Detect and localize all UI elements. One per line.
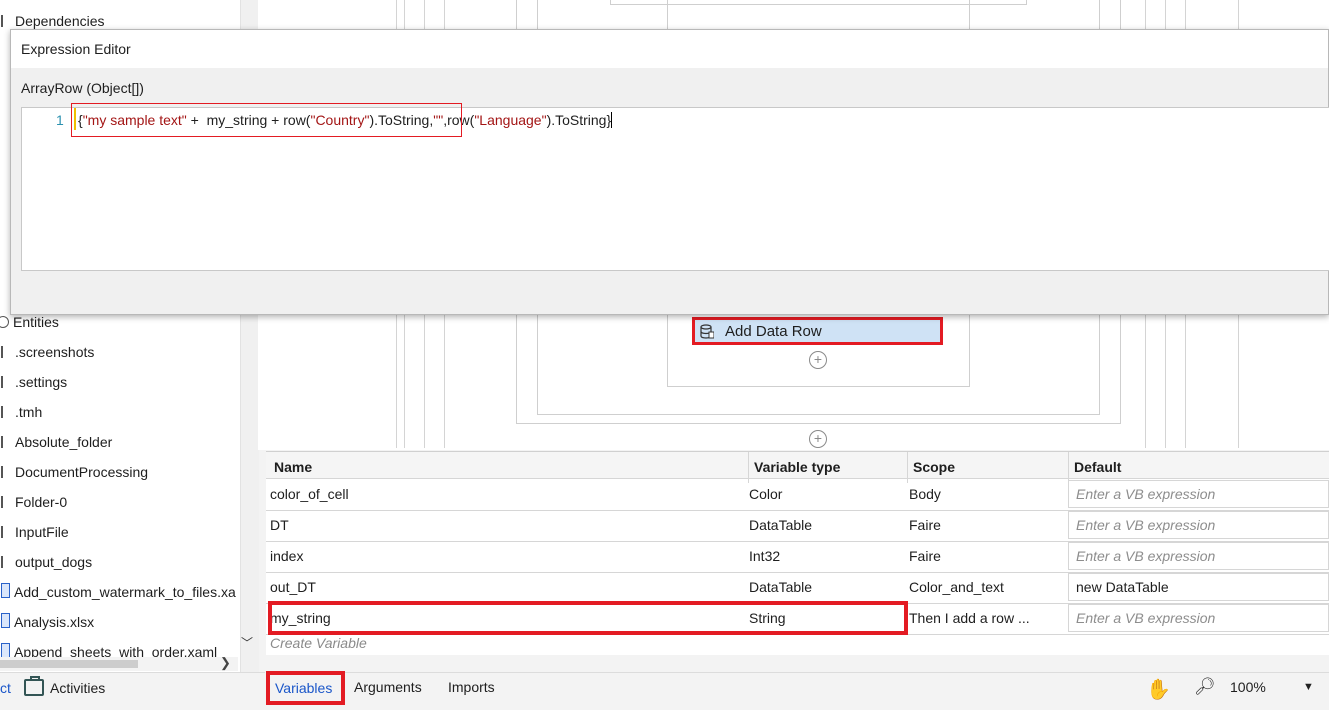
variable-scope-cell[interactable]: Faire bbox=[909, 541, 1059, 572]
tree-item[interactable]: Add_custom_watermark_to_files.xa bbox=[0, 580, 238, 604]
file-icon bbox=[1, 643, 10, 658]
tree-item-label: InputFile bbox=[15, 524, 69, 540]
code-highlight bbox=[71, 103, 462, 137]
add-activity-plus-icon[interactable]: + bbox=[809, 430, 827, 448]
zoom-icon[interactable]: 🔎︎ bbox=[1194, 677, 1216, 697]
variable-type-cell[interactable]: Int32 bbox=[749, 541, 899, 572]
tree-item-label: Analysis.xlsx bbox=[14, 614, 95, 630]
tree-item[interactable]: .screenshots bbox=[0, 340, 238, 364]
code-token: ).ToString} bbox=[546, 112, 612, 128]
variable-row[interactable]: DT DataTable Faire Enter a VB expression bbox=[266, 510, 1329, 542]
code-string-literal: "Language" bbox=[474, 112, 547, 128]
tree-item[interactable]: DocumentProcessing bbox=[0, 460, 238, 484]
dialog-titlebar[interactable]: Expression Editor bbox=[11, 30, 1328, 68]
tree-item-label: Absolute_folder bbox=[15, 434, 113, 450]
database-icon bbox=[700, 324, 714, 339]
folder-icon bbox=[1, 376, 11, 388]
activity-stub bbox=[610, 0, 1027, 5]
variable-type-cell[interactable]: DataTable bbox=[749, 572, 899, 603]
variable-default-input[interactable]: new DataTable bbox=[1068, 573, 1329, 601]
variable-scope-cell[interactable]: Body bbox=[909, 479, 1059, 510]
expression-target-label: ArrayRow (Object[]) bbox=[21, 80, 144, 96]
line-number: 1 bbox=[56, 112, 64, 128]
activities-icon bbox=[24, 676, 44, 696]
variable-row[interactable]: color_of_cell Color Body Enter a VB express… bbox=[266, 479, 1329, 511]
zoom-level[interactable]: 100% bbox=[1230, 679, 1266, 695]
tree-item-label: DocumentProcessing bbox=[15, 464, 149, 480]
my-string-highlight bbox=[268, 601, 908, 635]
file-icon bbox=[1, 613, 10, 628]
tree-item[interactable]: output_dogs bbox=[0, 550, 238, 574]
folder-icon bbox=[1, 406, 11, 418]
folder-icon bbox=[1, 526, 11, 538]
variable-scope-cell[interactable]: Faire bbox=[909, 510, 1059, 541]
tree-item-label: .tmh bbox=[15, 404, 43, 420]
zoom-dropdown-icon[interactable]: ▼ bbox=[1303, 681, 1314, 693]
tree-item[interactable]: Folder-0 bbox=[0, 490, 238, 514]
variable-default-input[interactable]: Enter a VB expression bbox=[1068, 604, 1329, 632]
scroll-right-icon[interactable]: ❯ bbox=[220, 655, 231, 671]
left-panel-tabs: ct Activities bbox=[0, 672, 265, 710]
tree-item[interactable]: Analysis.xlsx bbox=[0, 610, 238, 634]
tab-activities-label: Activities bbox=[50, 679, 106, 696]
variable-type-cell[interactable]: DataTable bbox=[749, 510, 899, 541]
chevron-down-icon[interactable]: ﹀ bbox=[241, 634, 253, 651]
file-icon bbox=[1, 583, 10, 598]
folder-icon bbox=[1, 466, 11, 478]
variable-type-cell[interactable]: Color bbox=[749, 479, 899, 510]
add-activity-plus-icon[interactable]: + bbox=[809, 351, 827, 369]
pan-hand-icon[interactable]: ✋ bbox=[1146, 677, 1171, 702]
tab-arguments[interactable]: Arguments bbox=[354, 679, 422, 695]
variable-name-cell[interactable]: index bbox=[270, 541, 740, 572]
expression-editor-dialog: Expression Editor ArrayRow (Object[]) 1 … bbox=[10, 29, 1329, 315]
tree-item-label: output_dogs bbox=[15, 554, 93, 570]
variable-default-input[interactable]: Enter a VB expression bbox=[1068, 542, 1329, 570]
tab-activities[interactable]: Activities bbox=[24, 676, 106, 696]
activity-label: Add Data Row bbox=[725, 323, 822, 340]
add-data-row-activity[interactable]: Add Data Row bbox=[692, 317, 943, 345]
variable-row[interactable]: index Int32 Faire Enter a VB expression bbox=[266, 541, 1329, 573]
tree-item[interactable]: .tmh bbox=[0, 400, 238, 424]
text-caret bbox=[611, 112, 613, 128]
tree-item-label: Add_custom_watermark_to_files.xa bbox=[14, 584, 236, 600]
variables-header-row: Name Variable type Scope Default bbox=[266, 452, 1329, 483]
tab-variables[interactable]: Variables bbox=[266, 671, 345, 705]
variable-name-cell[interactable]: DT bbox=[270, 510, 740, 541]
variable-default-input[interactable]: Enter a VB expression bbox=[1068, 480, 1329, 508]
tree-item[interactable]: .settings bbox=[0, 370, 238, 394]
expression-code-editor[interactable]: 1 {"my sample text" + my_string + row("C… bbox=[21, 103, 1329, 271]
tree-item-label: Folder-0 bbox=[15, 494, 68, 510]
folder-icon bbox=[1, 436, 11, 448]
tree-horizontal-scrollbar[interactable]: ❯ bbox=[0, 655, 238, 671]
variable-scope-cell[interactable]: Color_and_text bbox=[909, 572, 1059, 603]
tab-project[interactable]: ct bbox=[0, 680, 11, 696]
tree-item-label: Entities bbox=[13, 314, 59, 330]
database-icon bbox=[0, 316, 9, 328]
folder-icon bbox=[1, 15, 11, 27]
designer-bottom-bar: Variables Arguments Imports ✋ 🔎︎ 100% ▼ bbox=[266, 671, 1329, 710]
variable-name-cell[interactable]: out_DT bbox=[270, 572, 740, 603]
tree-item[interactable]: Absolute_folder bbox=[0, 430, 238, 454]
dialog-title: Expression Editor bbox=[21, 41, 131, 57]
tree-item-label: Dependencies bbox=[15, 13, 105, 29]
folder-icon bbox=[1, 556, 11, 568]
folder-icon bbox=[1, 496, 11, 508]
tab-imports[interactable]: Imports bbox=[448, 679, 495, 695]
folder-icon bbox=[1, 346, 11, 358]
variable-name-cell[interactable]: color_of_cell bbox=[270, 479, 740, 510]
create-variable-link[interactable]: Create Variable bbox=[270, 635, 367, 651]
tree-item[interactable]: InputFile bbox=[0, 520, 238, 544]
tree-item-label: .screenshots bbox=[15, 344, 95, 360]
variable-row[interactable]: out_DT DataTable Color_and_text new DataTab… bbox=[266, 572, 1329, 604]
scrollbar-thumb[interactable] bbox=[0, 660, 138, 668]
variable-default-input[interactable]: Enter a VB expression bbox=[1068, 511, 1329, 539]
variable-scope-cell[interactable]: Then I add a row ... bbox=[909, 603, 1059, 634]
tree-item-label: .settings bbox=[15, 374, 68, 390]
